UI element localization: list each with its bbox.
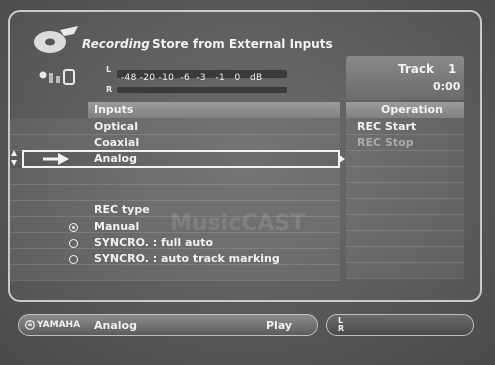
row-bg: [346, 214, 464, 231]
row-bg: [10, 264, 340, 281]
rec-type-header: REC type: [94, 203, 150, 216]
rec-type-manual-label[interactable]: Manual: [94, 220, 139, 233]
row-bg: [346, 198, 464, 215]
recording-disc-icon: [34, 26, 78, 53]
row-bg: [346, 230, 464, 247]
triangle-right-icon: [338, 154, 345, 164]
arrow-right-icon: [43, 153, 69, 165]
watermark-logo: MusicCAST: [170, 211, 306, 236]
operation-header: Operation: [381, 103, 443, 116]
input-coaxial[interactable]: Coaxial: [94, 136, 139, 149]
lr-right-label: R: [338, 324, 345, 333]
radio-syncro-full-auto[interactable]: [69, 239, 78, 248]
yamaha-logo-icon: [25, 320, 35, 330]
app-title: Recording: [82, 37, 150, 51]
meter-right-label: R: [106, 85, 113, 94]
screen: Recording Store from External Inputs L R…: [0, 0, 495, 365]
radio-syncro-auto-track-marking[interactable]: [69, 255, 78, 264]
output-level-meter: [326, 314, 474, 336]
row-bg: [10, 134, 340, 151]
rec-type-syncro-auto-track-marking-label[interactable]: SYNCRO. : auto track marking: [94, 252, 280, 265]
row-bg: [10, 168, 340, 185]
up-down-icon[interactable]: [10, 149, 18, 167]
row-bg: [10, 184, 340, 201]
input-optical[interactable]: Optical: [94, 120, 138, 133]
status-play: Play: [266, 319, 293, 332]
status-source: Analog: [94, 319, 137, 332]
page-title: Store from External Inputs: [152, 37, 333, 51]
inputs-header: Inputs: [94, 103, 134, 116]
row-bg: [346, 246, 464, 263]
meter-left-label: L: [106, 65, 112, 74]
rec-start-button[interactable]: REC Start: [357, 120, 416, 133]
selected-input-row[interactable]: [22, 150, 340, 168]
row-bg: [346, 150, 464, 167]
yamaha-brand: YAMAHA: [37, 320, 81, 330]
rec-stop-button[interactable]: REC Stop: [357, 136, 414, 149]
lr-meter-label: L R: [338, 317, 344, 333]
row-bg: [346, 166, 464, 183]
rec-type-syncro-full-auto-label[interactable]: SYNCRO. : full auto: [94, 236, 213, 249]
track-number: 1: [448, 62, 457, 76]
radio-manual[interactable]: [69, 223, 78, 232]
input-analog[interactable]: Analog: [94, 152, 137, 165]
meter-scale: -48 -20 -10 -6 -3 -1 0 dB: [121, 73, 263, 83]
row-bg: [346, 182, 464, 199]
row-bg: [346, 262, 464, 279]
track-time: 0:00: [433, 80, 461, 93]
row-bg: [10, 118, 340, 135]
meter-bar-right: [117, 87, 287, 93]
track-label: Track: [398, 62, 434, 76]
device-icon: [39, 69, 75, 85]
